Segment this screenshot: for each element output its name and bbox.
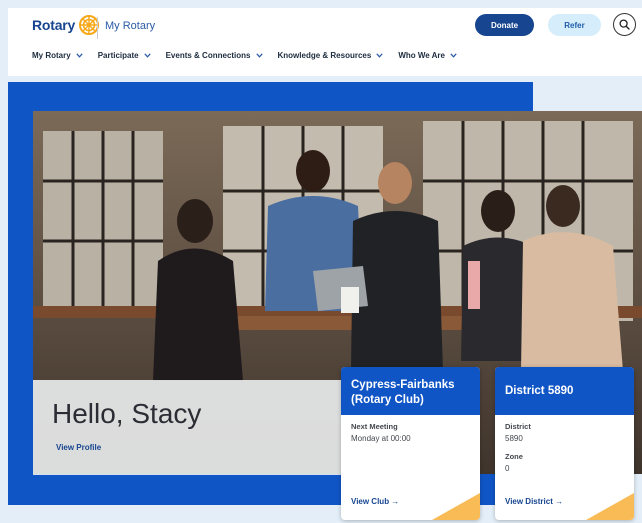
nav-label: Knowledge & Resources bbox=[277, 51, 372, 60]
nav-label: Who We Are bbox=[398, 51, 445, 60]
nav-knowledge-resources[interactable]: Knowledge & Resources bbox=[278, 51, 384, 60]
chevron-down-icon bbox=[376, 53, 383, 58]
zone-value: 0 bbox=[505, 464, 510, 473]
district-card-title: District 5890 bbox=[495, 367, 634, 415]
gold-corner-accent bbox=[586, 493, 634, 520]
search-icon bbox=[619, 19, 630, 30]
nav-events-connections[interactable]: Events & Connections bbox=[166, 51, 263, 60]
main-nav: My Rotary Participate Events & Connectio… bbox=[32, 51, 472, 60]
nav-label: Participate bbox=[97, 51, 139, 60]
nav-label: My Rotary bbox=[32, 51, 71, 60]
nav-participate[interactable]: Participate bbox=[98, 51, 151, 60]
logo-divider bbox=[97, 17, 98, 39]
next-meeting-label: Next Meeting bbox=[351, 422, 398, 431]
view-profile-link[interactable]: View Profile bbox=[56, 443, 101, 452]
gold-corner-accent bbox=[432, 493, 480, 520]
nav-my-rotary[interactable]: My Rotary bbox=[32, 51, 83, 60]
chevron-down-icon bbox=[76, 53, 83, 58]
greeting-heading: Hello, Stacy bbox=[52, 398, 202, 429]
nav-who-we-are[interactable]: Who We Are bbox=[398, 51, 457, 60]
next-meeting-value: Monday at 00:00 bbox=[351, 434, 411, 443]
zone-label: Zone bbox=[505, 452, 523, 461]
rotary-logo[interactable]: Rotary bbox=[32, 15, 100, 35]
site-header: Rotary My Rotary Donate Refer My Rotary … bbox=[8, 8, 642, 76]
chevron-down-icon bbox=[143, 53, 151, 58]
refer-button[interactable]: Refer bbox=[548, 14, 601, 36]
chevron-down-icon bbox=[255, 53, 263, 58]
donate-button[interactable]: Donate bbox=[475, 14, 534, 36]
nav-label: Events & Connections bbox=[165, 51, 251, 60]
club-card-title: Cypress-Fairbanks (Rotary Club) bbox=[341, 367, 480, 415]
district-card[interactable]: District 5890 District 5890 Zone 0 View … bbox=[495, 367, 634, 520]
search-button[interactable] bbox=[613, 13, 636, 36]
site-name[interactable]: My Rotary bbox=[105, 20, 155, 32]
greeting-panel: Hello, Stacy View Profile bbox=[33, 380, 345, 475]
club-card[interactable]: Cypress-Fairbanks (Rotary Club) Next Mee… bbox=[341, 367, 480, 520]
view-district-link[interactable]: View District → bbox=[505, 497, 563, 506]
view-club-link[interactable]: View Club → bbox=[351, 497, 399, 506]
district-value: 5890 bbox=[505, 434, 523, 443]
logo-text: Rotary bbox=[32, 17, 76, 33]
district-label: District bbox=[505, 422, 531, 431]
chevron-down-icon bbox=[450, 53, 457, 58]
